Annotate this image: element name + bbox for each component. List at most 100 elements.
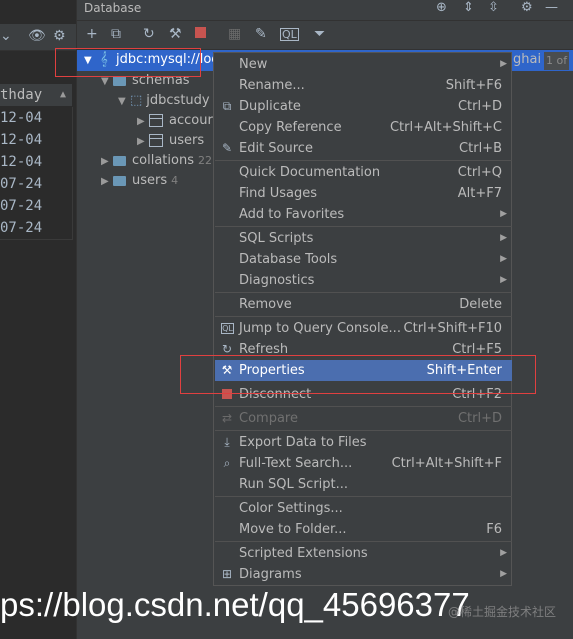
tree-label: users	[132, 173, 168, 188]
pencil-icon: ✎	[221, 141, 233, 155]
tree-item-users[interactable]: ▶ users 4	[101, 171, 178, 191]
menu-item-compare[interactable]: ⇄ Compare Ctrl+D	[215, 408, 512, 429]
menu-label: Rename...	[239, 78, 305, 93]
stop-icon[interactable]	[195, 27, 206, 38]
menu-shortcut: Ctrl+Alt+Shift+F	[391, 456, 502, 471]
table-icon[interactable]: ▦	[228, 26, 241, 42]
chevron-down-icon[interactable]: ⌄	[0, 28, 12, 44]
submenu-arrow-icon: ▶	[500, 254, 507, 264]
tree-item-account[interactable]: ▶ accour	[137, 111, 213, 131]
item-count: 22	[197, 154, 212, 167]
refresh-icon[interactable]: ↻	[143, 26, 155, 42]
column-header-birthday[interactable]: thday ▲	[0, 84, 72, 107]
filter-icon[interactable]: ⏷	[314, 26, 325, 42]
menu-label: Color Settings...	[239, 501, 343, 516]
menu-label: Run SQL Script...	[239, 477, 349, 492]
chevron-right-icon[interactable]: ▶	[137, 112, 149, 132]
menu-item-diagrams[interactable]: ⊞ Diagrams ▶	[215, 564, 512, 585]
chevron-right-icon[interactable]: ▶	[137, 132, 149, 152]
menu-item-quick-documentation[interactable]: Quick Documentation Ctrl+Q	[215, 162, 512, 183]
menu-shortcut: Shift+F6	[445, 78, 502, 93]
chevron-down-icon[interactable]: ▼	[118, 92, 130, 112]
collapse-icon[interactable]: ⇕	[463, 0, 474, 15]
submenu-arrow-icon: ▶	[500, 59, 507, 69]
tree-item-collations[interactable]: ▶ collations 22	[101, 151, 212, 171]
menu-shortcut: Ctrl+D	[457, 411, 502, 426]
menu-shortcut: F6	[486, 522, 502, 537]
tree-label: collations	[132, 153, 194, 168]
database-panel-header: ⊕ ⇕ ⇳ ⚙ —	[77, 0, 573, 21]
menu-item-sql-scripts[interactable]: SQL Scripts ▶	[215, 228, 512, 249]
tree-item-users-table[interactable]: ▶ users	[137, 131, 204, 151]
menu-label: Remove	[239, 297, 292, 312]
edit-icon[interactable]: ✎	[255, 26, 267, 42]
expand-icon[interactable]: ⇳	[488, 0, 499, 15]
grid-toolbar: ⌄ 👁 ⚙	[0, 24, 76, 51]
duplicate-icon: ⧉	[222, 99, 232, 113]
search-icon: ⌕	[223, 456, 231, 470]
gear-icon[interactable]: ⚙	[521, 0, 533, 15]
add-icon[interactable]: +	[86, 26, 98, 42]
menu-item-scripted-extensions[interactable]: Scripted Extensions ▶	[215, 543, 512, 564]
query-console-icon: QL	[221, 323, 234, 334]
chevron-right-icon[interactable]: ▶	[101, 172, 113, 192]
folder-icon	[113, 175, 126, 186]
folder-icon	[113, 155, 126, 166]
menu-shortcut: Ctrl+Q	[457, 165, 502, 180]
menu-label: Scripted Extensions	[239, 546, 368, 561]
submenu-arrow-icon: ▶	[500, 548, 507, 558]
menu-shortcut: Ctrl+Shift+F10	[403, 321, 502, 336]
grid-cell[interactable]: 12-04	[0, 151, 73, 174]
menu-item-database-tools[interactable]: Database Tools ▶	[215, 249, 512, 270]
gear-icon[interactable]: ⚙	[53, 28, 66, 44]
menu-shortcut: Delete	[459, 297, 502, 312]
menu-label: Copy Reference	[239, 120, 342, 135]
item-count: 4	[171, 174, 179, 187]
menu-item-edit-source[interactable]: ✎ Edit Source Ctrl+B	[215, 138, 512, 159]
grid-cell[interactable]: 07-24	[0, 217, 73, 240]
menu-shortcut: Ctrl+D	[457, 99, 502, 114]
eye-icon[interactable]: 👁	[28, 28, 46, 44]
menu-separator	[215, 316, 512, 317]
tree-item-jdbcstudy[interactable]: ▼ ⬚ jdbcstudy	[118, 91, 210, 111]
menu-label: Quick Documentation	[239, 165, 381, 180]
menu-item-diagnostics[interactable]: Diagnostics ▶	[215, 270, 512, 291]
menu-shortcut: Ctrl+B	[459, 141, 502, 156]
menu-separator	[215, 496, 512, 497]
menu-item-duplicate[interactable]: ⧉ Duplicate Ctrl+D	[215, 96, 512, 117]
sort-icon[interactable]: ▲	[60, 84, 66, 106]
menu-item-new[interactable]: New ▶	[215, 54, 512, 75]
menu-item-find-usages[interactable]: Find Usages Alt+F7	[215, 183, 512, 204]
submenu-arrow-icon: ▶	[500, 569, 507, 579]
menu-item-run-sql-script[interactable]: Run SQL Script...	[215, 474, 512, 495]
menu-label: Database Tools	[239, 252, 338, 267]
menu-item-copy-reference[interactable]: Copy Reference Ctrl+Alt+Shift+C	[215, 117, 512, 138]
menu-item-full-text-search[interactable]: ⌕ Full-Text Search... Ctrl+Alt+Shift+F	[215, 453, 512, 474]
menu-item-rename[interactable]: Rename... Shift+F6	[215, 75, 512, 96]
menu-item-remove[interactable]: Remove Delete	[215, 294, 512, 315]
tree-label: jdbcstudy	[146, 93, 210, 108]
globe-icon[interactable]: ⊕	[436, 0, 447, 15]
menu-item-add-to-favorites[interactable]: Add to Favorites ▶	[215, 204, 512, 225]
grid-cell[interactable]: 07-24	[0, 195, 73, 218]
chevron-right-icon[interactable]: ▶	[101, 152, 113, 172]
annotation-box	[180, 355, 536, 394]
menu-shortcut: Alt+F7	[457, 186, 502, 201]
menu-label: Export Data to Files	[239, 435, 367, 450]
menu-item-color-settings[interactable]: Color Settings...	[215, 498, 512, 519]
database-toolbar: + ⧉ ↻ ⚒ ▦ ✎ QL ⏷	[77, 21, 573, 50]
menu-label: Jump to Query Console...	[239, 321, 401, 336]
grid-cell[interactable]: 12-04	[0, 107, 73, 130]
properties-icon[interactable]: ⚒	[169, 26, 182, 42]
copy-icon[interactable]: ⧉	[111, 26, 121, 42]
submenu-arrow-icon: ▶	[500, 209, 507, 219]
grid-cell[interactable]: 07-24	[0, 173, 73, 196]
menu-item-export-data[interactable]: ⤓ Export Data to Files	[215, 432, 512, 453]
grid-cell[interactable]: 12-04	[0, 129, 73, 152]
minimize-icon[interactable]: —	[545, 0, 558, 15]
menu-item-move-to-folder[interactable]: Move to Folder... F6	[215, 519, 512, 540]
pager-badge: 1 of	[544, 52, 570, 70]
query-console-icon[interactable]: QL	[280, 28, 299, 41]
menu-item-jump-to-query-console[interactable]: QL Jump to Query Console... Ctrl+Shift+F10	[215, 318, 512, 339]
table-icon	[149, 114, 163, 127]
